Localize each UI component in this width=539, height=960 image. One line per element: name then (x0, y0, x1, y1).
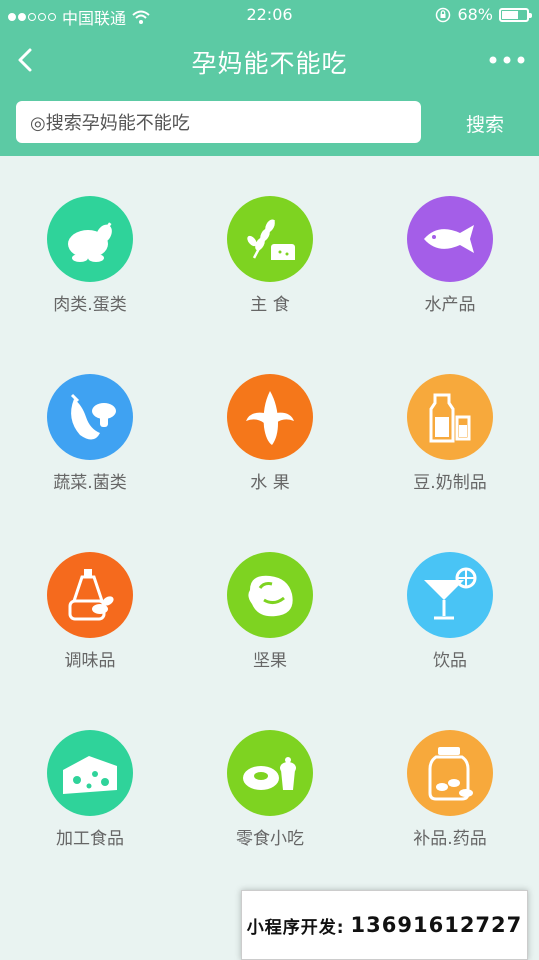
battery-icon (499, 7, 532, 22)
category-meat-egg[interactable]: 肉类.蛋类 (20, 196, 160, 336)
search-input[interactable]: ◎搜索孕妈能不能吃 (16, 101, 421, 143)
oil-bottle-icon (68, 569, 114, 621)
category-vegetable[interactable]: 蔬菜.菌类 (20, 374, 160, 514)
eggplant-mushroom-icon (70, 393, 116, 440)
rotation-lock-icon (436, 7, 451, 22)
header: 中国联通 22:06 68% 孕妈能不能吃 ◎搜索孕妈能不能吃 搜索 (0, 0, 539, 156)
category-label: 水产品 (424, 295, 476, 315)
category-nuts[interactable]: 坚果 (200, 552, 340, 692)
pill-jar-icon (428, 747, 473, 801)
status-bar: 中国联通 22:06 68% (0, 0, 539, 30)
category-label: 零食小吃 (236, 829, 304, 849)
banner-prefix: 小程序开发: (246, 917, 345, 938)
search-button[interactable]: 搜索 (440, 108, 530, 140)
category-icon-circle (227, 552, 313, 638)
category-label: 主 食 (250, 295, 290, 315)
category-icon-circle (407, 730, 493, 816)
cocktail-icon (424, 567, 477, 620)
category-seasoning[interactable]: 调味品 (20, 552, 160, 692)
search-placeholder: ◎搜索孕妈能不能吃 (30, 113, 190, 134)
category-label: 饮品 (433, 651, 467, 671)
category-icon-circle (47, 196, 133, 282)
category-icon-circle (47, 552, 133, 638)
category-staple[interactable]: 主 食 (200, 196, 340, 336)
grain-bread-icon (247, 219, 295, 260)
more-dots-icon[interactable] (487, 48, 527, 72)
category-supplements[interactable]: 补品.药品 (380, 730, 520, 870)
category-fruit[interactable]: 水 果 (200, 374, 340, 514)
category-label: 肉类.蛋类 (53, 295, 127, 315)
category-snacks[interactable]: 零食小吃 (200, 730, 340, 870)
category-icon-circle (227, 730, 313, 816)
category-seafood[interactable]: 水产品 (380, 196, 520, 336)
category-label: 坚果 (253, 651, 287, 671)
category-icon-circle (227, 374, 313, 460)
banner-phone: 13691612727 (350, 913, 523, 937)
category-label: 补品.药品 (413, 829, 487, 849)
category-bean-dairy[interactable]: 豆.奶制品 (380, 374, 520, 514)
category-icon-circle (47, 730, 133, 816)
category-icon-circle (47, 374, 133, 460)
category-icon-circle (227, 196, 313, 282)
category-label: 调味品 (64, 651, 116, 671)
nav-bar: 孕妈能不能吃 (0, 36, 539, 86)
category-label: 加工食品 (56, 829, 124, 849)
chicken-icon (68, 222, 112, 262)
ad-banner[interactable]: 小程序开发: 13691612727 (241, 890, 528, 960)
nut-icon (248, 575, 293, 617)
milk-icon (429, 393, 471, 443)
category-processed[interactable]: 加工食品 (20, 730, 160, 870)
category-label: 豆.奶制品 (413, 473, 487, 493)
fish-icon (424, 225, 474, 253)
category-icon-circle (407, 374, 493, 460)
category-label: 水 果 (250, 473, 290, 493)
battery-percent: 68% (457, 5, 493, 24)
cheese-icon (63, 756, 117, 794)
donut-icon (243, 757, 296, 790)
banana-icon (246, 391, 294, 445)
category-icon-circle (407, 552, 493, 638)
category-label: 蔬菜.菌类 (53, 473, 127, 493)
category-drinks[interactable]: 饮品 (380, 552, 520, 692)
category-icon-circle (407, 196, 493, 282)
page-title: 孕妈能不能吃 (191, 49, 348, 78)
